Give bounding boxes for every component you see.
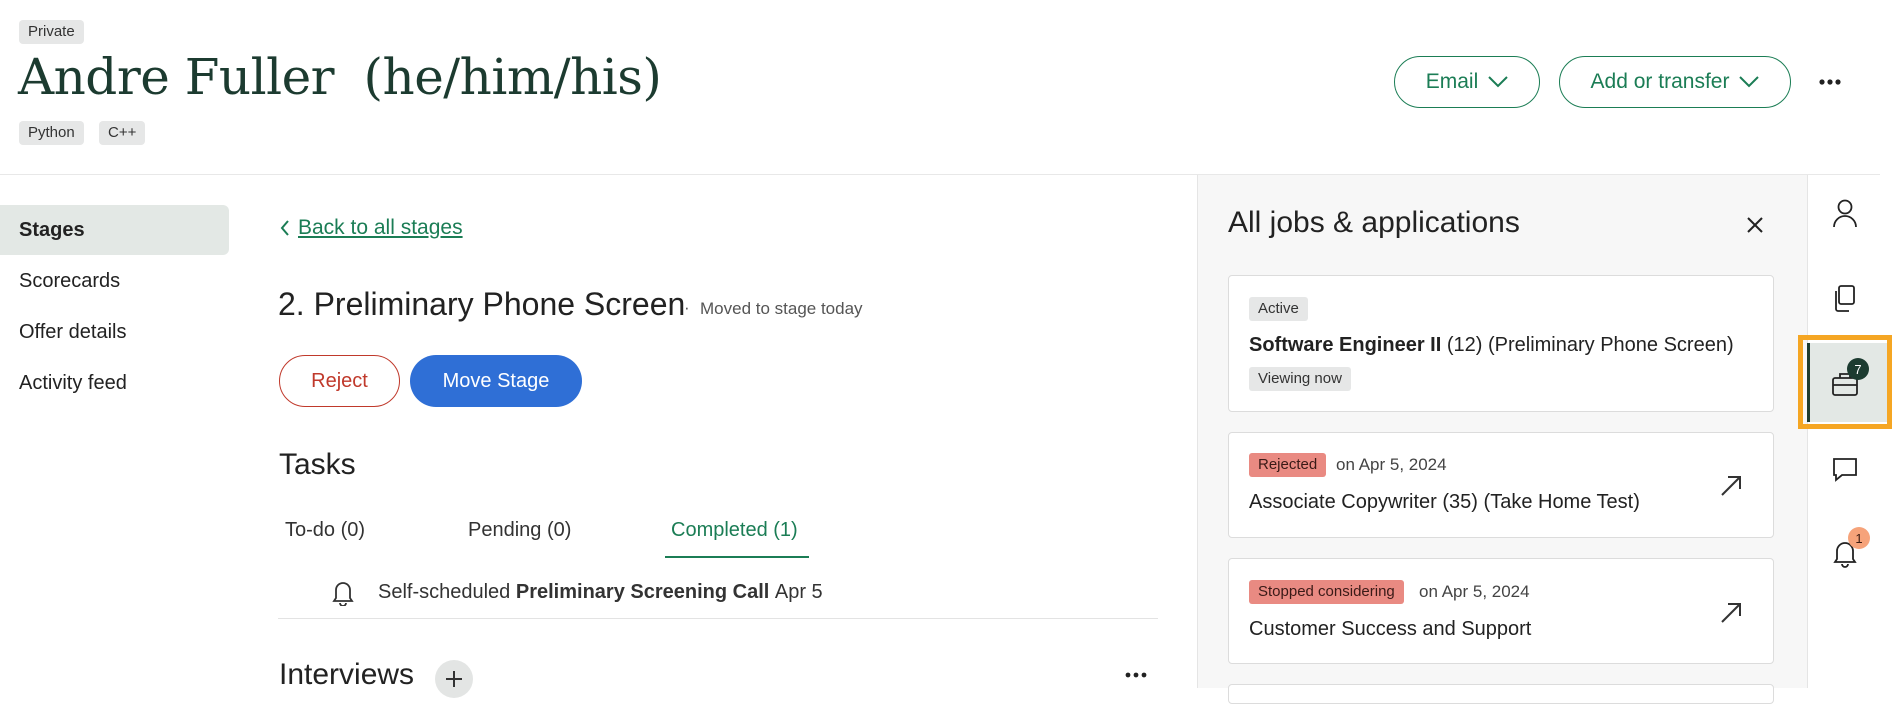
stopped-date: on Apr 5, 2024 bbox=[1419, 582, 1530, 601]
skill-tag-cpp: C++ bbox=[99, 121, 146, 145]
chevron-down-icon bbox=[1488, 76, 1508, 88]
documents-icon[interactable] bbox=[1829, 282, 1861, 314]
tab-todo[interactable]: To-do (0) bbox=[285, 519, 365, 542]
task-item: Self-scheduled Preliminary Screening Cal… bbox=[330, 578, 823, 606]
private-tag: Private bbox=[19, 20, 84, 44]
close-panel-icon[interactable] bbox=[1744, 214, 1766, 236]
job-title: Software Engineer II bbox=[1249, 334, 1442, 356]
open-external-icon[interactable] bbox=[1720, 602, 1742, 624]
interviews-more-icon[interactable] bbox=[1125, 668, 1147, 680]
job-count: (12) bbox=[1446, 334, 1483, 356]
right-rail bbox=[1807, 175, 1882, 688]
status-badge-active: Active bbox=[1249, 297, 1308, 321]
email-button[interactable]: Email bbox=[1394, 56, 1540, 108]
tasks-heading: Tasks bbox=[279, 448, 356, 481]
nav-item-offer-details[interactable]: Offer details bbox=[0, 307, 229, 357]
candidate-name-heading: Andre Fuller (he/him/his) bbox=[18, 48, 662, 106]
task-name: Preliminary Screening Call bbox=[515, 580, 770, 603]
open-external-icon[interactable] bbox=[1720, 475, 1742, 497]
move-stage-button[interactable]: Move Stage bbox=[410, 355, 582, 407]
job-stage: (Take Home Test) bbox=[1483, 491, 1640, 513]
reject-button[interactable]: Reject bbox=[279, 355, 400, 407]
comment-icon[interactable] bbox=[1829, 453, 1861, 485]
back-to-stages-link[interactable]: Back to all stages bbox=[280, 216, 463, 240]
job-card-rejected[interactable] bbox=[1228, 432, 1774, 538]
nav-item-activity-feed[interactable]: Activity feed bbox=[0, 358, 229, 408]
viewing-now-badge: Viewing now bbox=[1249, 367, 1351, 391]
task-date: Apr 5 bbox=[774, 580, 823, 603]
add-or-transfer-label: Add or transfer bbox=[1590, 70, 1730, 93]
stage-moved-text: Moved to stage today bbox=[700, 299, 863, 318]
job-title: Associate Copywriter (35) bbox=[1249, 491, 1478, 513]
notifications-count-badge: 1 bbox=[1848, 527, 1870, 549]
stage-separator: · bbox=[684, 298, 690, 317]
chevron-left-icon bbox=[280, 220, 289, 236]
nav-item-stages[interactable]: Stages bbox=[0, 205, 229, 255]
profile-icon[interactable] bbox=[1829, 197, 1861, 229]
job-card-stopped[interactable] bbox=[1228, 558, 1774, 664]
add-or-transfer-button[interactable]: Add or transfer bbox=[1559, 56, 1791, 108]
interviews-heading: Interviews bbox=[279, 658, 415, 691]
tab-completed[interactable]: Completed (1) bbox=[671, 519, 798, 542]
job-stage: (Preliminary Phone Screen) bbox=[1487, 334, 1734, 356]
rejected-date: on Apr 5, 2024 bbox=[1336, 455, 1447, 474]
email-button-label: Email bbox=[1425, 70, 1479, 93]
status-badge-stopped: Stopped considering bbox=[1249, 580, 1404, 604]
bell-icon bbox=[332, 582, 354, 606]
jobs-tab-indicator bbox=[1807, 343, 1810, 422]
candidate-pronouns: (he/him/his) bbox=[363, 48, 662, 106]
add-interview-button[interactable] bbox=[435, 660, 473, 698]
back-link-label: Back to all stages bbox=[298, 216, 463, 239]
job-card-active-title: Software Engineer II (12) (Preliminary P… bbox=[1249, 334, 1734, 357]
candidate-name: Andre Fuller bbox=[18, 48, 335, 106]
jobs-count-badge: 7 bbox=[1847, 358, 1869, 380]
nav-item-scorecards[interactable]: Scorecards bbox=[0, 256, 229, 306]
job-card-next[interactable] bbox=[1228, 684, 1774, 704]
status-badge-rejected: Rejected bbox=[1249, 453, 1327, 477]
more-options-icon[interactable] bbox=[1818, 72, 1842, 92]
job-card-rejected-title: Associate Copywriter (35) (Take Home Tes… bbox=[1249, 491, 1640, 514]
skill-tag-python: Python bbox=[19, 121, 84, 145]
job-card-stopped-title: Customer Success and Support bbox=[1249, 618, 1532, 640]
active-tab-indicator bbox=[665, 556, 809, 558]
plus-icon bbox=[446, 671, 462, 687]
panel-title: All jobs & applications bbox=[1228, 206, 1520, 239]
stage-title: 2. Preliminary Phone Screen bbox=[278, 286, 686, 322]
tab-pending[interactable]: Pending (0) bbox=[468, 519, 571, 542]
task-divider bbox=[278, 618, 1158, 619]
task-prefix: Self-scheduled bbox=[378, 580, 511, 603]
chevron-down-icon bbox=[1739, 76, 1760, 88]
